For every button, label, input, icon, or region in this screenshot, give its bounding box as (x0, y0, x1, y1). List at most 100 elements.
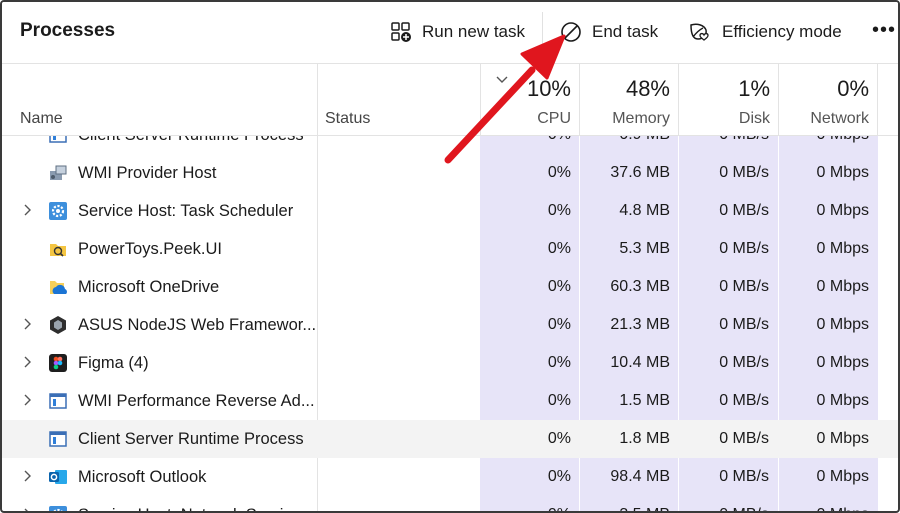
cpu-value: 0% (481, 506, 571, 511)
outlook-icon (48, 467, 68, 487)
cpu-value: 0% (547, 392, 571, 409)
run-new-task-label: Run new task (422, 22, 525, 41)
memory-value: 1.5 MB (619, 392, 670, 409)
window-icon (48, 391, 68, 411)
memory-value: 3.5 MB (580, 506, 670, 511)
memory-value: 98.4 MB (610, 468, 670, 485)
memory-label: Memory (612, 110, 670, 127)
network-label: Network (810, 110, 869, 127)
table-row[interactable]: Client Server Runtime Process 0% 1.8 MB 0 M… (2, 420, 898, 458)
column-header-cpu[interactable]: 10% CPU (480, 64, 579, 136)
cpu-label: CPU (537, 110, 571, 127)
network-value: 0 Mbps (816, 430, 869, 447)
more-options-button[interactable]: ••• (872, 14, 896, 46)
efficiency-mode-button[interactable]: Efficiency mode (688, 16, 842, 48)
peek-icon (48, 239, 68, 259)
table-row[interactable]: Microsoft Outlook 0% 98.4 MB 0 MB/s 0 Mbps (2, 458, 898, 496)
process-list: Client Server Runtime Process 0% 0.9 MB 0 M… (2, 136, 898, 511)
table-row[interactable]: ASUS NodeJS Web Framewor... 0% 21.3 MB 0 MB… (2, 306, 898, 344)
disk-value: 0 MB/s (719, 164, 769, 181)
column-header-disk[interactable]: 1% Disk (678, 64, 778, 136)
toolbar-divider (542, 12, 543, 52)
figma-icon (48, 353, 68, 373)
table-row[interactable]: Figma (4) 0% 10.4 MB 0 MB/s 0 Mbps (2, 344, 898, 382)
table-row[interactable]: PowerToys.Peek.UI 0% 5.3 MB 0 MB/s 0 Mbps (2, 230, 898, 268)
column-header-memory[interactable]: 48% Memory (579, 64, 678, 136)
run-new-task-button[interactable]: Run new task (390, 16, 525, 48)
disk-value: 0 MB/s (679, 136, 769, 144)
process-name: Service Host: Task Scheduler (78, 202, 294, 220)
memory-value: 1.8 MB (619, 430, 670, 447)
cpu-value: 0% (547, 240, 571, 257)
memory-total: 48% (625, 76, 670, 101)
network-value: 0 Mbps (816, 164, 869, 181)
process-name: PowerToys.Peek.UI (78, 240, 222, 258)
memory-value: 4.8 MB (619, 202, 670, 219)
process-name: Figma (4) (78, 354, 149, 372)
window-icon (48, 429, 68, 449)
cpu-value: 0% (547, 316, 571, 333)
cpu-total: 10% (526, 76, 571, 101)
table-row[interactable]: Microsoft OneDrive 0% 60.3 MB 0 MB/s 0 Mbps (2, 268, 898, 306)
leaf-heart-icon (688, 21, 712, 43)
memory-value: 10.4 MB (610, 354, 670, 371)
memory-value: 37.6 MB (610, 164, 670, 181)
efficiency-mode-label: Efficiency mode (722, 22, 842, 41)
wmi-icon (48, 163, 68, 183)
network-value: 0 Mbps (816, 354, 869, 371)
network-value: 0 Mbps (779, 136, 869, 144)
process-name: Service Host: Network Service (78, 506, 301, 511)
process-name: ASUS NodeJS Web Framewor... (78, 316, 317, 334)
task-manager-window: Processes Run new task End task Efficien… (0, 0, 900, 513)
network-value: 0 Mbps (816, 392, 869, 409)
column-header-status[interactable]: Status (325, 110, 370, 128)
cpu-value: 0% (481, 136, 571, 144)
cpu-value: 0% (547, 278, 571, 295)
cpu-value: 0% (547, 468, 571, 485)
process-name: Microsoft Outlook (78, 468, 207, 486)
table-row[interactable]: WMI Performance Reverse Ad... 0% 1.5 MB 0 M… (2, 382, 898, 420)
disk-value: 0 MB/s (719, 240, 769, 257)
process-name: Microsoft OneDrive (78, 278, 220, 296)
disk-value: 0 MB/s (719, 430, 769, 447)
chevron-right-icon[interactable] (22, 317, 32, 336)
chevron-right-icon[interactable] (22, 469, 32, 488)
process-name: WMI Provider Host (78, 164, 217, 182)
chevron-right-icon[interactable] (22, 355, 32, 374)
network-value: 0 Mbps (816, 240, 869, 257)
end-task-button[interactable]: End task (560, 16, 658, 48)
column-header-network[interactable]: 0% Network (778, 64, 877, 136)
network-value: 0 Mbps (779, 506, 869, 511)
network-value: 0 Mbps (816, 468, 869, 485)
disk-label: Disk (738, 110, 770, 127)
column-divider (317, 64, 318, 136)
disk-total: 1% (738, 76, 770, 101)
disk-value: 0 MB/s (719, 278, 769, 295)
cpu-value: 0% (547, 164, 571, 181)
network-total: 0% (837, 76, 869, 101)
memory-value: 0.9 MB (580, 136, 670, 144)
end-task-label: End task (592, 22, 659, 41)
table-row[interactable]: Service Host: Task Scheduler 0% 4.8 MB 0 MB… (2, 192, 898, 230)
memory-value: 5.3 MB (619, 240, 670, 257)
disk-value: 0 MB/s (679, 506, 769, 511)
chevron-right-icon[interactable] (22, 393, 32, 412)
gear-icon (48, 505, 68, 511)
onedrive-icon (48, 277, 68, 297)
table-row[interactable]: WMI Provider Host 0% 37.6 MB 0 MB/s 0 Mbps (2, 154, 898, 192)
cpu-value: 0% (547, 430, 571, 447)
network-value: 0 Mbps (816, 278, 869, 295)
memory-value: 60.3 MB (610, 278, 670, 295)
toolbar: Processes Run new task End task Efficien… (2, 2, 898, 64)
chevron-right-icon[interactable] (22, 507, 32, 511)
cpu-value: 0% (547, 202, 571, 219)
cpu-value: 0% (547, 354, 571, 371)
column-header-name[interactable]: Name (20, 110, 63, 128)
table-row[interactable]: Service Host: Network Service 0% 3.5 MB 0 M… (2, 496, 898, 511)
table-row[interactable]: Client Server Runtime Process 0% 0.9 MB 0 M… (2, 136, 898, 154)
page-title: Processes (20, 20, 116, 41)
chevron-right-icon[interactable] (22, 203, 32, 222)
disk-value: 0 MB/s (719, 316, 769, 333)
disk-value: 0 MB/s (719, 354, 769, 371)
process-name: WMI Performance Reverse Ad... (78, 392, 315, 410)
